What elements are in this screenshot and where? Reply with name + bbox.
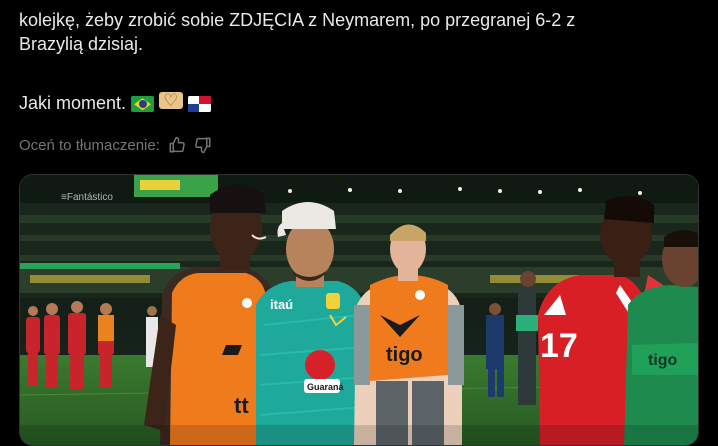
- svg-text:tigo: tigo: [648, 352, 678, 369]
- tigo-logo-text: tigo: [386, 344, 423, 366]
- guarana-logo-text: Guaraná: [307, 382, 345, 392]
- tt-logo-text: tt: [234, 393, 249, 418]
- thumbs-down-icon[interactable]: [194, 136, 212, 154]
- fantastico-watermark: ≡Fantástico: [61, 192, 113, 203]
- itau-logo-text: itaú: [270, 297, 293, 312]
- translation-rating: Oceń to tłumaczenie:: [19, 136, 212, 154]
- post-text-jaki-moment: Jaki moment.: [19, 93, 127, 113]
- heart-hands-icon: [159, 89, 184, 113]
- jersey-number-text: 17: [540, 327, 578, 365]
- post-media-image[interactable]: tt itaú Guaraná tigo 17 tigo ≡Fantástico: [19, 174, 699, 446]
- post-text-line-3: Jaki moment. ★★: [19, 89, 212, 115]
- brazil-flag-icon: [131, 96, 155, 113]
- post-text-line-2: Brazylią dzisiaj.: [19, 34, 144, 54]
- panama-flag-icon: ★ ★: [188, 96, 212, 113]
- translation-rating-label: Oceń to tłumaczenie:: [19, 136, 160, 154]
- photo-neymar-panama-players: tt itaú Guaraná tigo 17 tigo: [20, 175, 698, 445]
- post-text-line-1: kolejkę, żeby zrobić sobie ZDJĘCIA z Ney…: [19, 10, 576, 30]
- thumbs-up-icon[interactable]: [168, 136, 186, 154]
